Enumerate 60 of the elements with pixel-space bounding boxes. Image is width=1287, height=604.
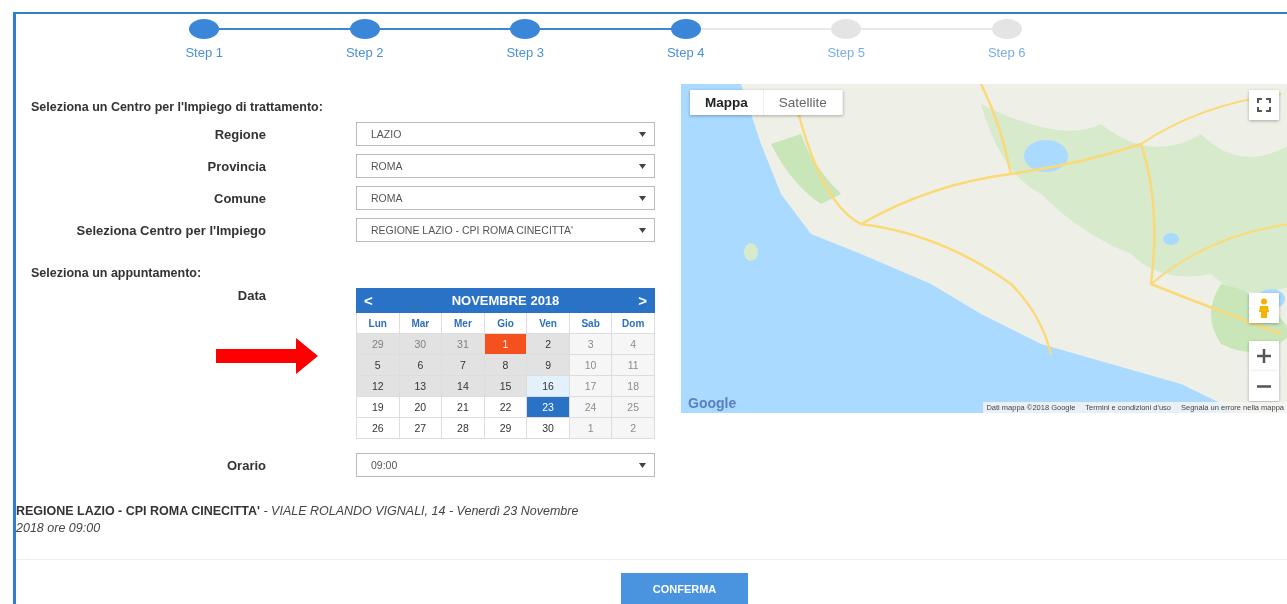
calendar-day[interactable]: 2 [527, 334, 570, 355]
calendar-day[interactable]: 27 [399, 418, 443, 439]
field-label: Seleziona Centro per l'Impiego [76, 222, 266, 238]
step-label: Step 5 [827, 45, 866, 60]
calendar-day[interactable]: 20 [399, 397, 443, 418]
calendar-day[interactable]: 30 [527, 418, 570, 439]
dropdown[interactable]: LAZIO [356, 122, 655, 146]
caret-icon [639, 195, 646, 201]
appointment-summary: REGIONE LAZIO - CPI ROMA CINECITTA' - VIALE ROLANDO VIGNALI, 14 - Venerdì 23 Novembre 2018 ore 09:00 [16, 503, 580, 537]
map-type-tab[interactable]: Satellite [763, 90, 843, 115]
caret-icon [639, 131, 646, 137]
map-logo: Google [688, 395, 737, 411]
month-title: NOVEMBRE 2018 [451, 293, 560, 308]
calendar-day[interactable]: 14 [442, 376, 485, 397]
calendar-day[interactable]: 6 [399, 355, 443, 376]
calendar-day[interactable]: 22 [484, 397, 528, 418]
calendar-day[interactable]: 9 [527, 355, 570, 376]
field-label: Data [237, 288, 266, 303]
calendar-day[interactable]: 26 [357, 418, 400, 439]
step-label: Step 6 [987, 45, 1026, 60]
calendar-day[interactable]: 23 [527, 397, 570, 418]
calendar-day[interactable]: 12 [357, 376, 400, 397]
calendar-day[interactable]: 5 [357, 355, 400, 376]
calendar-day[interactable]: 16 [527, 376, 570, 397]
field-label: Orario [227, 457, 266, 473]
calendar-day[interactable]: 7 [442, 355, 485, 376]
step-label: Step 4 [666, 45, 705, 60]
dropdown[interactable]: ROMA [356, 186, 655, 210]
next-month-button[interactable]: > [630, 292, 655, 309]
fullscreen-button[interactable] [1249, 90, 1279, 120]
fullscreen-icon [1257, 98, 1271, 112]
calendar-day[interactable]: 29 [484, 418, 528, 439]
caret-icon [639, 163, 646, 169]
map-type-tab[interactable]: Mappa [690, 90, 764, 115]
zoom-in-button[interactable] [1249, 341, 1279, 371]
dropdown[interactable]: ROMA [356, 154, 655, 178]
calendar-day[interactable]: 13 [399, 376, 443, 397]
arrow-icon [216, 338, 318, 374]
person-icon [1258, 298, 1270, 318]
caret-icon [639, 462, 646, 468]
caret-icon [639, 227, 646, 233]
zoom-out-button[interactable] [1249, 371, 1279, 401]
minus-icon [1257, 384, 1271, 388]
field-label: Regione [214, 126, 266, 142]
previous-month-button[interactable]: < [356, 292, 381, 309]
dropdown[interactable]: 09:00 [356, 453, 655, 477]
calendar-day[interactable]: 8 [484, 355, 528, 376]
calendar-day[interactable]: 28 [442, 418, 485, 439]
plus-icon [1257, 349, 1271, 363]
step-label: Step 3 [506, 45, 545, 60]
dropdown[interactable]: REGIONE LAZIO - CPI ROMA CINECITTA' [356, 218, 655, 242]
calendar-day[interactable]: 15 [484, 376, 528, 397]
section-heading: Seleziona un Centro per l'Impiego di trattamento: [31, 100, 324, 114]
calendar-day[interactable]: 21 [442, 397, 485, 418]
step-label: Step 1 [185, 45, 224, 60]
section-heading: Seleziona un appuntamento: [31, 266, 203, 280]
field-label: Provincia [207, 158, 266, 174]
calendar-day[interactable]: 19 [357, 397, 400, 418]
step-label: Step 2 [345, 45, 384, 60]
field-label: Comune [214, 190, 266, 206]
